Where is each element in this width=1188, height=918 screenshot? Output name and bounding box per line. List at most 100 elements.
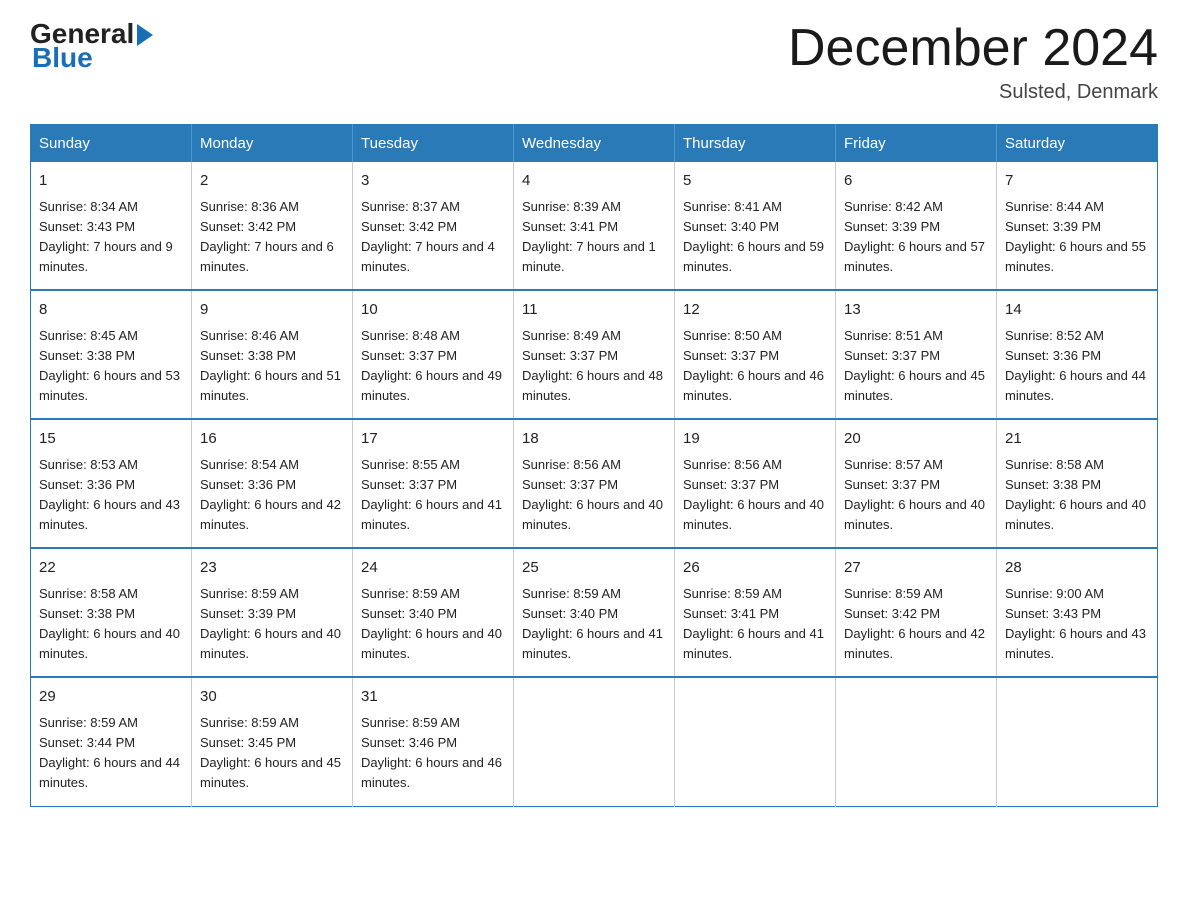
day-number: 6 — [844, 170, 988, 193]
location: Sulsted, Denmark — [788, 81, 1158, 104]
calendar-cell: 30 Sunrise: 8:59 AMSunset: 3:45 PMDaylig… — [192, 677, 353, 806]
day-info: Sunrise: 8:59 AMSunset: 3:44 PMDaylight:… — [39, 715, 180, 790]
calendar-cell: 16 Sunrise: 8:54 AMSunset: 3:36 PMDaylig… — [192, 419, 353, 548]
day-number: 16 — [200, 428, 344, 451]
header-wednesday: Wednesday — [514, 125, 675, 163]
day-number: 27 — [844, 557, 988, 580]
day-info: Sunrise: 8:50 AMSunset: 3:37 PMDaylight:… — [683, 328, 824, 403]
day-info: Sunrise: 9:00 AMSunset: 3:43 PMDaylight:… — [1005, 586, 1146, 661]
header-monday: Monday — [192, 125, 353, 163]
calendar-cell: 22 Sunrise: 8:58 AMSunset: 3:38 PMDaylig… — [31, 548, 192, 677]
day-number: 23 — [200, 557, 344, 580]
calendar-cell: 29 Sunrise: 8:59 AMSunset: 3:44 PMDaylig… — [31, 677, 192, 806]
header-sunday: Sunday — [31, 125, 192, 163]
day-number: 5 — [683, 170, 827, 193]
calendar-cell: 15 Sunrise: 8:53 AMSunset: 3:36 PMDaylig… — [31, 419, 192, 548]
logo-blue-text: Blue — [32, 44, 156, 72]
day-info: Sunrise: 8:59 AMSunset: 3:40 PMDaylight:… — [361, 586, 502, 661]
day-number: 4 — [522, 170, 666, 193]
day-info: Sunrise: 8:46 AMSunset: 3:38 PMDaylight:… — [200, 328, 341, 403]
calendar-cell: 25 Sunrise: 8:59 AMSunset: 3:40 PMDaylig… — [514, 548, 675, 677]
calendar-cell: 18 Sunrise: 8:56 AMSunset: 3:37 PMDaylig… — [514, 419, 675, 548]
calendar-cell — [997, 677, 1158, 806]
day-info: Sunrise: 8:37 AMSunset: 3:42 PMDaylight:… — [361, 199, 495, 274]
day-info: Sunrise: 8:56 AMSunset: 3:37 PMDaylight:… — [522, 457, 663, 532]
calendar-table: Sunday Monday Tuesday Wednesday Thursday… — [30, 124, 1158, 806]
calendar-cell: 2 Sunrise: 8:36 AMSunset: 3:42 PMDayligh… — [192, 162, 353, 290]
logo: General Blue — [30, 20, 156, 72]
week-row-4: 22 Sunrise: 8:58 AMSunset: 3:38 PMDaylig… — [31, 548, 1158, 677]
day-info: Sunrise: 8:44 AMSunset: 3:39 PMDaylight:… — [1005, 199, 1146, 274]
day-number: 24 — [361, 557, 505, 580]
day-number: 28 — [1005, 557, 1149, 580]
day-number: 3 — [361, 170, 505, 193]
calendar-cell: 13 Sunrise: 8:51 AMSunset: 3:37 PMDaylig… — [836, 290, 997, 419]
day-info: Sunrise: 8:42 AMSunset: 3:39 PMDaylight:… — [844, 199, 985, 274]
day-info: Sunrise: 8:59 AMSunset: 3:40 PMDaylight:… — [522, 586, 663, 661]
calendar-cell: 9 Sunrise: 8:46 AMSunset: 3:38 PMDayligh… — [192, 290, 353, 419]
day-number: 25 — [522, 557, 666, 580]
day-info: Sunrise: 8:41 AMSunset: 3:40 PMDaylight:… — [683, 199, 824, 274]
calendar-cell — [514, 677, 675, 806]
day-info: Sunrise: 8:59 AMSunset: 3:46 PMDaylight:… — [361, 715, 502, 790]
day-info: Sunrise: 8:59 AMSunset: 3:42 PMDaylight:… — [844, 586, 985, 661]
day-number: 1 — [39, 170, 183, 193]
logo-arrow-icon — [135, 22, 155, 46]
day-info: Sunrise: 8:56 AMSunset: 3:37 PMDaylight:… — [683, 457, 824, 532]
calendar-cell: 5 Sunrise: 8:41 AMSunset: 3:40 PMDayligh… — [675, 162, 836, 290]
day-info: Sunrise: 8:59 AMSunset: 3:41 PMDaylight:… — [683, 586, 824, 661]
day-info: Sunrise: 8:52 AMSunset: 3:36 PMDaylight:… — [1005, 328, 1146, 403]
calendar-cell: 28 Sunrise: 9:00 AMSunset: 3:43 PMDaylig… — [997, 548, 1158, 677]
day-info: Sunrise: 8:54 AMSunset: 3:36 PMDaylight:… — [200, 457, 341, 532]
calendar-cell: 31 Sunrise: 8:59 AMSunset: 3:46 PMDaylig… — [353, 677, 514, 806]
calendar-cell: 4 Sunrise: 8:39 AMSunset: 3:41 PMDayligh… — [514, 162, 675, 290]
day-number: 19 — [683, 428, 827, 451]
day-number: 11 — [522, 299, 666, 322]
page-header: General Blue December 2024 Sulsted, Denm… — [30, 20, 1158, 104]
day-info: Sunrise: 8:34 AMSunset: 3:43 PMDaylight:… — [39, 199, 173, 274]
day-info: Sunrise: 8:36 AMSunset: 3:42 PMDaylight:… — [200, 199, 334, 274]
day-info: Sunrise: 8:58 AMSunset: 3:38 PMDaylight:… — [1005, 457, 1146, 532]
day-info: Sunrise: 8:45 AMSunset: 3:38 PMDaylight:… — [39, 328, 180, 403]
calendar-cell: 8 Sunrise: 8:45 AMSunset: 3:38 PMDayligh… — [31, 290, 192, 419]
day-number: 2 — [200, 170, 344, 193]
day-info: Sunrise: 8:59 AMSunset: 3:39 PMDaylight:… — [200, 586, 341, 661]
day-number: 17 — [361, 428, 505, 451]
day-info: Sunrise: 8:53 AMSunset: 3:36 PMDaylight:… — [39, 457, 180, 532]
calendar-cell: 21 Sunrise: 8:58 AMSunset: 3:38 PMDaylig… — [997, 419, 1158, 548]
calendar-cell: 1 Sunrise: 8:34 AMSunset: 3:43 PMDayligh… — [31, 162, 192, 290]
day-info: Sunrise: 8:51 AMSunset: 3:37 PMDaylight:… — [844, 328, 985, 403]
day-number: 13 — [844, 299, 988, 322]
day-number: 31 — [361, 686, 505, 709]
day-number: 21 — [1005, 428, 1149, 451]
weekday-header-row: Sunday Monday Tuesday Wednesday Thursday… — [31, 125, 1158, 163]
day-info: Sunrise: 8:58 AMSunset: 3:38 PMDaylight:… — [39, 586, 180, 661]
day-number: 9 — [200, 299, 344, 322]
calendar-cell: 7 Sunrise: 8:44 AMSunset: 3:39 PMDayligh… — [997, 162, 1158, 290]
week-row-3: 15 Sunrise: 8:53 AMSunset: 3:36 PMDaylig… — [31, 419, 1158, 548]
day-info: Sunrise: 8:39 AMSunset: 3:41 PMDaylight:… — [522, 199, 656, 274]
day-info: Sunrise: 8:55 AMSunset: 3:37 PMDaylight:… — [361, 457, 502, 532]
calendar-cell: 26 Sunrise: 8:59 AMSunset: 3:41 PMDaylig… — [675, 548, 836, 677]
day-number: 26 — [683, 557, 827, 580]
header-tuesday: Tuesday — [353, 125, 514, 163]
day-number: 18 — [522, 428, 666, 451]
calendar-cell — [675, 677, 836, 806]
calendar-cell — [836, 677, 997, 806]
day-info: Sunrise: 8:59 AMSunset: 3:45 PMDaylight:… — [200, 715, 341, 790]
header-saturday: Saturday — [997, 125, 1158, 163]
day-number: 8 — [39, 299, 183, 322]
header-friday: Friday — [836, 125, 997, 163]
title-area: December 2024 Sulsted, Denmark — [788, 20, 1158, 104]
calendar-cell: 14 Sunrise: 8:52 AMSunset: 3:36 PMDaylig… — [997, 290, 1158, 419]
day-info: Sunrise: 8:49 AMSunset: 3:37 PMDaylight:… — [522, 328, 663, 403]
day-number: 20 — [844, 428, 988, 451]
calendar-cell: 10 Sunrise: 8:48 AMSunset: 3:37 PMDaylig… — [353, 290, 514, 419]
day-number: 12 — [683, 299, 827, 322]
month-title: December 2024 — [788, 20, 1158, 77]
day-number: 14 — [1005, 299, 1149, 322]
calendar-cell: 20 Sunrise: 8:57 AMSunset: 3:37 PMDaylig… — [836, 419, 997, 548]
day-number: 10 — [361, 299, 505, 322]
calendar-cell: 11 Sunrise: 8:49 AMSunset: 3:37 PMDaylig… — [514, 290, 675, 419]
day-number: 22 — [39, 557, 183, 580]
